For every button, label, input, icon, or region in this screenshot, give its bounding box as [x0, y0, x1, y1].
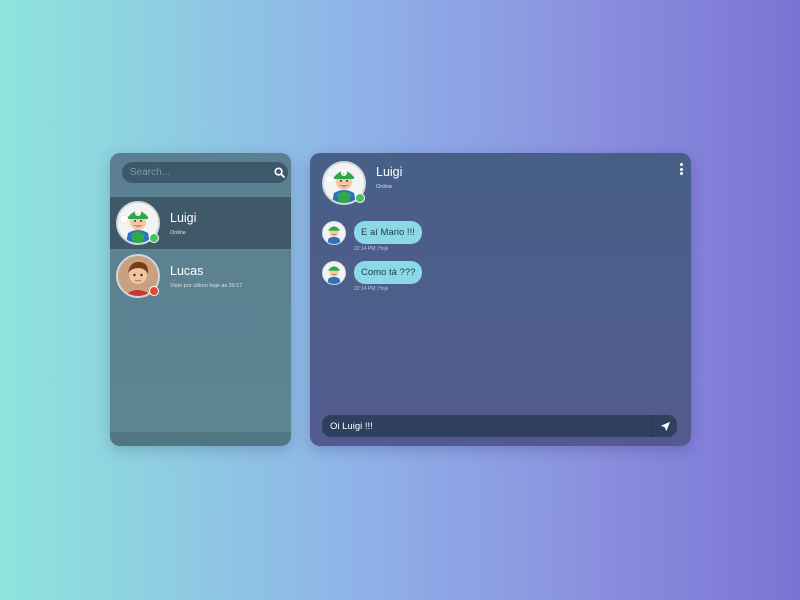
message-bubble: E aí Mario !!!: [354, 221, 422, 244]
search-button[interactable]: [270, 162, 288, 183]
contact-info: Lucas Visto por ultimo hoje as 20:17: [170, 264, 242, 289]
message-input[interactable]: [322, 415, 652, 437]
chat-contact-info: Luigi Online: [376, 165, 402, 190]
chat-panel: L Luigi Online E aí Mario !!! 22:14 PM, …: [310, 153, 691, 446]
contact-avatar-wrap: L: [116, 201, 160, 245]
message-body: E aí Mario !!! 22:14 PM, Hoje: [354, 221, 422, 252]
chat-contact-name: Luigi: [376, 164, 403, 179]
search-input[interactable]: [122, 162, 270, 183]
chat-header: L Luigi Online: [310, 153, 691, 213]
chat-avatar-wrap: L: [322, 161, 366, 205]
contact-status: Visto por ultimo hoje as 20:17: [170, 282, 243, 289]
contacts-panel: L Luigi Online: [110, 153, 291, 446]
message-composer: [322, 415, 677, 437]
contact-item-lucas[interactable]: Lucas Visto por ultimo hoje as 20:17: [110, 250, 291, 302]
online-status-dot: [355, 193, 365, 203]
message-avatar: [322, 221, 346, 245]
contacts-footer: [110, 432, 291, 446]
message-item: Como tá ??? 22:14 PM, Hoje: [322, 261, 423, 292]
online-status-dot: [149, 233, 159, 243]
message-item: E aí Mario !!! 22:14 PM, Hoje: [322, 221, 422, 252]
chat-contact-status: Online: [376, 183, 392, 190]
contact-info: Luigi Online: [170, 211, 196, 236]
message-avatar: [322, 261, 346, 285]
contact-name: Luigi: [170, 210, 197, 225]
more-vertical-icon[interactable]: [677, 163, 685, 177]
send-button[interactable]: [653, 415, 677, 437]
send-icon: [660, 421, 670, 431]
search-icon: [273, 167, 285, 178]
message-timestamp: 22:14 PM, Hoje: [354, 246, 389, 252]
message-body: Como tá ??? 22:14 PM, Hoje: [354, 261, 423, 292]
message-bubble: Como tá ???: [354, 261, 423, 284]
contact-avatar-wrap: [116, 254, 160, 298]
offline-status-dot: [149, 286, 159, 296]
message-timestamp: 22:14 PM, Hoje: [354, 286, 389, 292]
search-bar: [122, 162, 288, 183]
contact-status: Online: [170, 229, 186, 236]
contact-name: Lucas: [170, 263, 204, 278]
contact-item-luigi[interactable]: L Luigi Online: [110, 197, 291, 249]
